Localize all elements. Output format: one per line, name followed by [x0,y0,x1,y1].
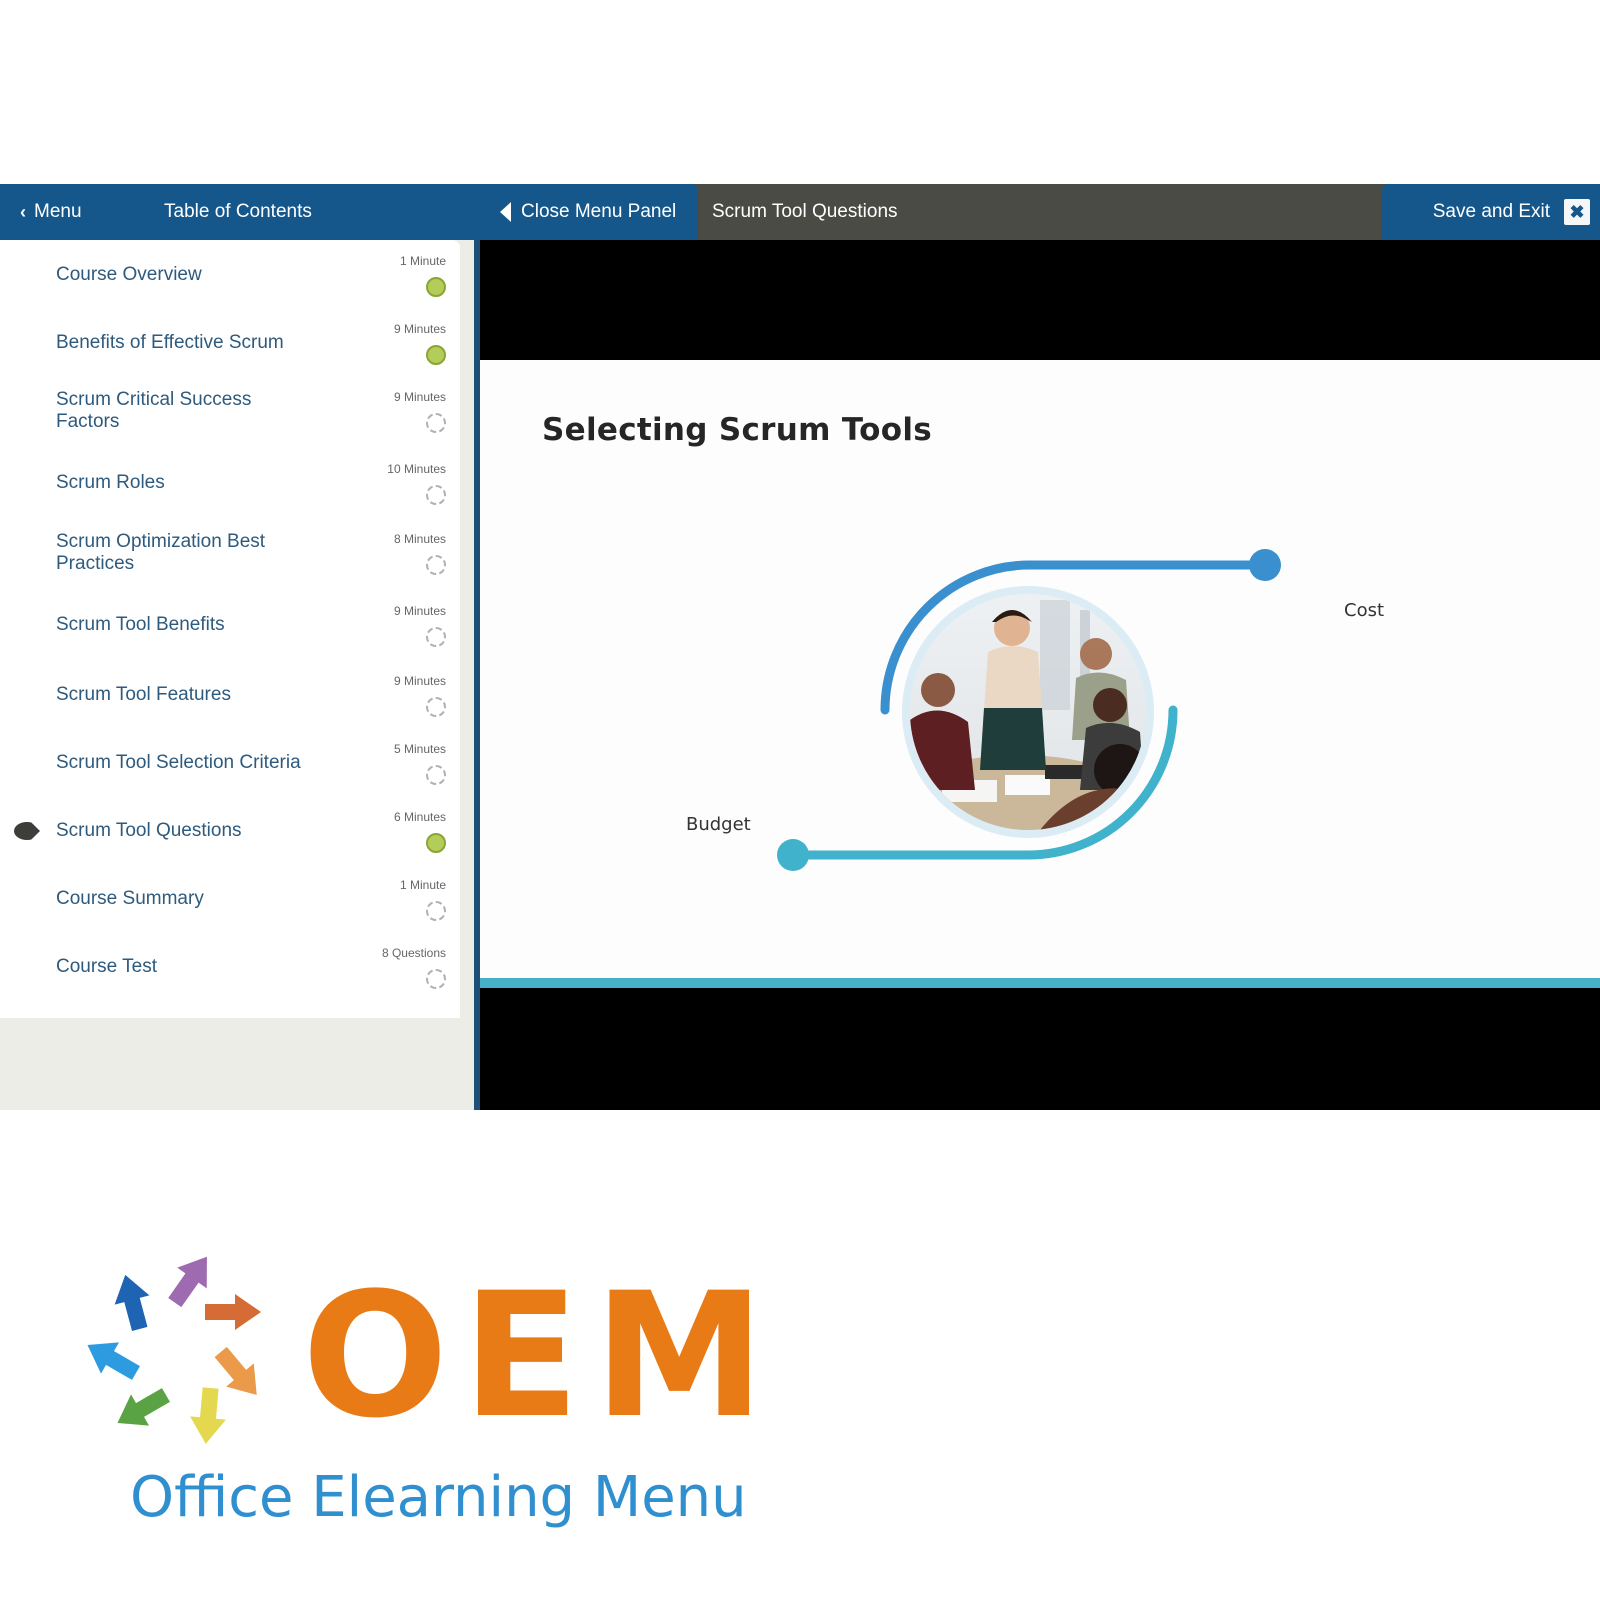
oem-logo: OEM Office Elearning Menu [80,1256,765,1550]
arrow-blue-dark [114,1274,150,1332]
status-incomplete-icon [426,697,446,717]
app-header-bar: ‹ Menu Table of Contents Close Menu Pane… [0,184,1600,240]
budget-label: Budget [686,814,751,835]
toc-item-label: Scrum Tool Questions [56,820,242,841]
status-complete-icon [426,277,446,297]
toc-item[interactable]: Scrum Tool Benefits 9 Minutes [0,590,460,660]
toc-item-duration: 8 Questions [381,946,446,960]
menu-button-label: Menu [34,201,82,222]
toc-item-duration: 1 Minute [399,878,446,892]
slide: Selecting Scrum Tools Cost Budget [480,360,1600,988]
logo-arrows-icon [87,1256,261,1444]
close-icon: ✖ [1564,199,1590,225]
toc-item-duration: 5 Minutes [393,742,446,756]
status-incomplete-icon [426,413,446,433]
toc-item-duration: 6 Minutes [393,810,446,824]
menu-panel-header: ‹ Menu Table of Contents Close Menu Pane… [0,184,698,240]
arrow-yellow [190,1387,226,1444]
toc-item[interactable]: Course Test 8 Questions [0,932,460,1002]
arrow-orange-dark [205,1294,261,1330]
toc-item-label: Course Summary [56,888,204,909]
status-incomplete-icon [426,485,446,505]
status-incomplete-icon [426,969,446,989]
budget-node [777,839,809,871]
toc-item-label: Scrum Optimization Best Practices [56,531,266,574]
status-incomplete-icon [426,901,446,921]
arrow-blue-light [87,1342,140,1380]
cost-node [1249,549,1281,581]
toc-item-label: Scrum Roles [56,472,165,493]
toc-item[interactable]: Scrum Roles 10 Minutes [0,448,460,518]
toc-item[interactable]: Scrum Tool Questions 6 Minutes [0,796,460,866]
toc-item[interactable]: Course Summary 1 Minute [0,864,460,934]
caret-left-icon [500,202,511,222]
arrow-green [117,1388,170,1426]
menu-button[interactable]: ‹ Menu [20,184,82,240]
toc-item[interactable]: Scrum Optimization Best Practices 8 Minut… [0,518,460,588]
toc-item-label: Scrum Tool Selection Criteria [56,752,301,773]
logo-wordmark: OEM [302,1255,779,1456]
cost-label: Cost [1344,600,1385,621]
toc-item-label: Scrum Critical Success Factors [56,389,252,432]
toc-item-duration: 1 Minute [399,254,446,268]
cost-budget-diagram [777,549,1281,871]
save-and-exit-label: Save and Exit [1432,201,1550,222]
toc-item-duration: 8 Minutes [393,532,446,546]
toc-item-label: Scrum Tool Benefits [56,614,225,635]
toc-item[interactable]: Scrum Critical Success Factors 9 Minutes [0,376,460,446]
toc-item-label: Benefits of Effective Scrum [56,332,284,353]
status-incomplete-icon [426,627,446,647]
toc-item-label: Scrum Tool Features [56,684,231,705]
toc-item-duration: 9 Minutes [393,674,446,688]
toc-item[interactable]: Benefits of Effective Scrum 9 Minutes [0,308,460,378]
toc-item-duration: 9 Minutes [393,604,446,618]
toc-item-duration: 10 Minutes [387,462,446,476]
close-menu-panel-label: Close Menu Panel [521,201,677,222]
table-of-contents-title: Table of Contents [164,201,312,222]
save-and-exit-button[interactable]: Save and Exit ✖ [1382,184,1600,240]
status-complete-icon [426,345,446,365]
toc-panel: Course Overview 1 Minute Benefits of Effec… [0,240,460,1018]
chevron-left-icon: ‹ [20,201,26,222]
toc-item[interactable]: Course Overview 1 Minute [0,240,460,310]
status-complete-icon [426,833,446,853]
toc-item-duration: 9 Minutes [393,322,446,336]
status-incomplete-icon [426,555,446,575]
toc-item[interactable]: Scrum Tool Features 9 Minutes [0,660,460,730]
close-menu-panel-button[interactable]: Close Menu Panel [500,184,676,240]
content-player: Selecting Scrum Tools Cost Budget [480,240,1600,1110]
toc-item-label: Course Test [56,956,158,977]
arrow-purple [168,1256,207,1308]
status-incomplete-icon [426,765,446,785]
current-lesson-title: Scrum Tool Questions [712,201,898,222]
logo-tagline: Office Elearning Menu [130,1465,747,1530]
toc-sidebar: Course Overview 1 Minute Benefits of Effec… [0,240,474,1110]
toc-item-label: Course Overview [56,264,202,285]
toc-item-duration: 9 Minutes [393,390,446,404]
toc-item[interactable]: Scrum Tool Selection Criteria 5 Minutes [0,728,460,798]
current-lesson-marker-icon [14,822,40,840]
